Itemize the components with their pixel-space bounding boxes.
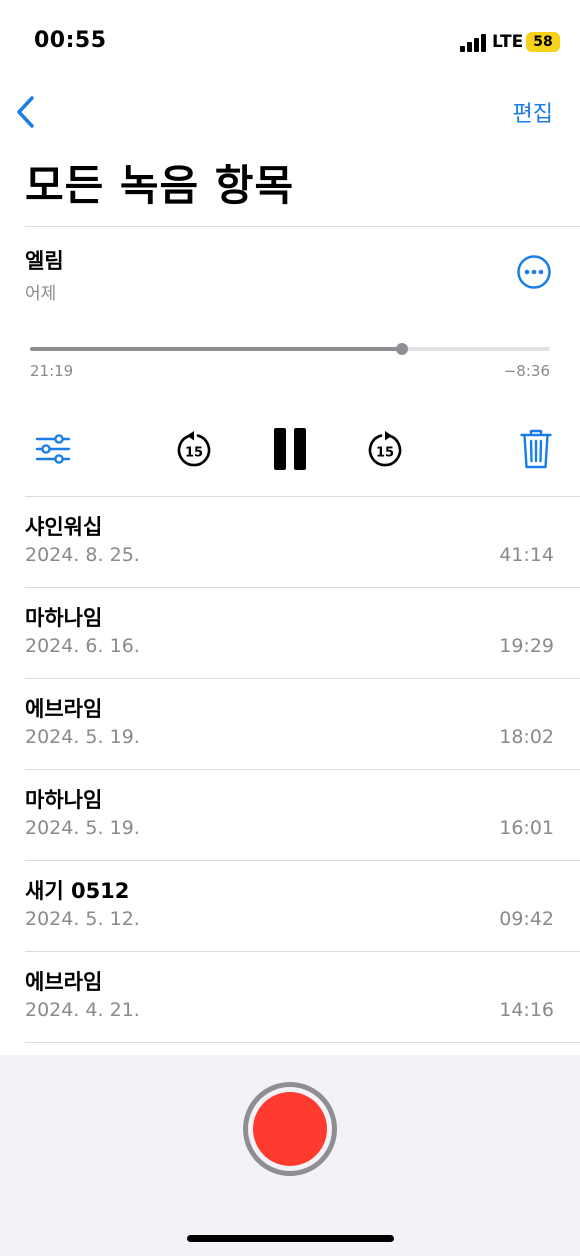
skip-forward-15-icon: 15 [368,431,402,467]
record-toolbar [0,1055,580,1256]
recording-row[interactable]: 에브라임 2024. 4. 21. 14:16 [25,952,580,1043]
recording-date: 2024. 4. 21. [25,999,140,1021]
now-playing-date: 어제 [25,284,57,304]
recording-duration: 14:16 [499,999,554,1021]
skip-back-label: 15 [185,446,203,461]
status-bar: 00:55 LTE 58 [0,0,580,84]
recording-duration: 19:29 [499,635,554,657]
delete-button[interactable] [520,428,552,470]
remaining-time: −8:36 [503,362,550,380]
record-button[interactable] [243,1082,337,1176]
recording-title: 마하나임 [25,788,103,812]
recording-duration: 09:42 [499,908,554,930]
home-indicator[interactable] [187,1235,394,1242]
recording-date: 2024. 5. 19. [25,726,140,748]
recording-date: 2024. 6. 16. [25,635,140,657]
more-button[interactable] [516,254,552,290]
recording-row[interactable]: 새기 0512 2024. 5. 12. 09:42 [25,861,580,952]
network-label: LTE [492,32,524,52]
recording-date: 2024. 5. 12. [25,908,140,930]
recording-title: 에브라임 [25,970,103,994]
edit-button[interactable]: 편집 [513,96,553,128]
back-button[interactable] [12,94,42,130]
playback-options-button[interactable] [34,430,72,468]
trash-icon [520,429,552,469]
skip-back-15-button[interactable]: 15 [174,430,214,470]
skip-back-15-icon: 15 [177,431,211,467]
recording-title: 새기 0512 [25,879,130,903]
recording-title: 샤인워십 [25,515,103,539]
navigation-bar: 편집 [0,84,580,140]
status-time: 00:55 [34,28,107,53]
filter-sliders-icon [35,434,71,464]
recording-row[interactable]: 샤인워십 2024. 8. 25. 41:14 [25,497,580,588]
pause-button[interactable] [272,428,308,470]
now-playing-title: 엘림 [25,249,64,273]
recording-row[interactable]: 마하나임 2024. 6. 16. 19:29 [25,588,580,679]
divider [25,226,580,227]
recording-date: 2024. 5. 19. [25,817,140,839]
recording-title: 마하나임 [25,606,103,630]
cellular-signal-icon [460,34,488,52]
recording-row[interactable]: 에브라임 2024. 5. 19. 18:02 [25,679,580,770]
scrubber-knob[interactable] [396,343,409,355]
playback-progress [30,347,403,351]
battery-level: 58 [533,34,553,50]
recording-date: 2024. 8. 25. [25,544,140,566]
page-title: 모든 녹음 항목 [25,161,295,210]
pause-icon [274,428,306,470]
back-chevron-icon [17,96,34,128]
skip-forward-label: 15 [376,446,394,461]
record-icon [253,1092,327,1166]
recording-row[interactable]: 마하나임 2024. 5. 19. 16:01 [25,770,580,861]
recording-duration: 18:02 [499,726,554,748]
skip-forward-15-button[interactable]: 15 [365,430,405,470]
recording-duration: 41:14 [499,544,554,566]
recording-title: 에브라임 [25,697,103,721]
playback-scrubber[interactable] [30,343,550,355]
more-icon [517,255,551,289]
battery-icon: 58 [526,32,560,52]
recording-duration: 16:01 [499,817,554,839]
elapsed-time: 21:19 [30,362,74,380]
